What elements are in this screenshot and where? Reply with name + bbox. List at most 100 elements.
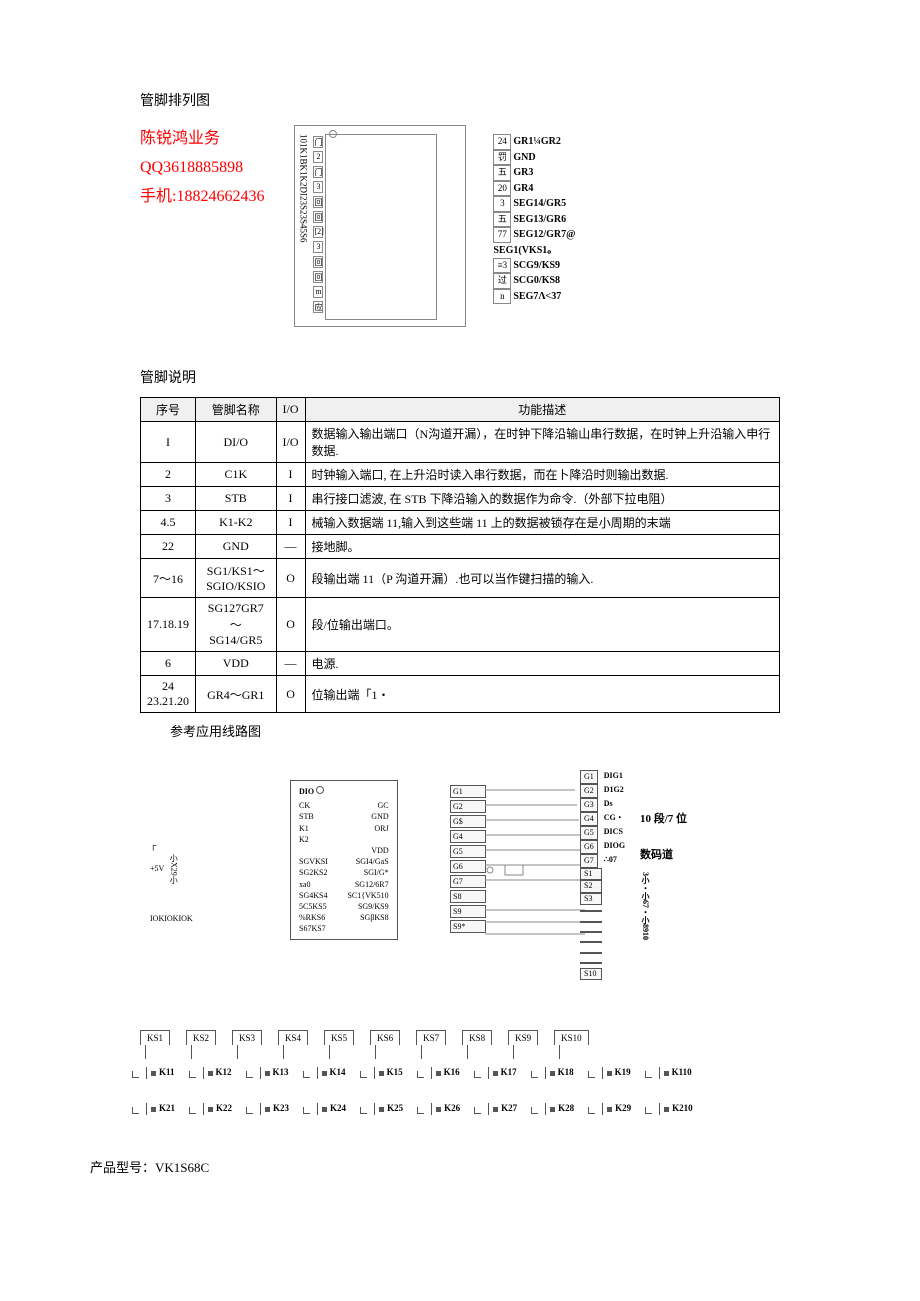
- table-row: IDI/OI/O数据输入输出端口（N沟道开漏），在时钟下降沿输山串行数据，在时钟…: [141, 422, 780, 463]
- table-row: 22GND—接地脚。: [141, 535, 780, 559]
- key-cell: K15: [368, 1065, 409, 1081]
- chip-left-pin-box: 回: [313, 256, 323, 268]
- key-cell: K12: [197, 1065, 238, 1081]
- g-box: G6: [450, 860, 486, 873]
- key-cell: K18: [539, 1065, 580, 1081]
- chip-left-pin-box: 2: [313, 151, 323, 163]
- key-cell: KS1: [140, 1030, 170, 1045]
- product-model-label: 产品型号：: [90, 1160, 155, 1175]
- right-s-row: S10: [580, 968, 625, 980]
- right-s-row: [580, 926, 625, 936]
- key-cell: K28: [539, 1101, 580, 1117]
- product-model: 产品型号：VK1S68C: [90, 1157, 840, 1176]
- chip-left-pin-box: 应: [313, 301, 323, 313]
- chip-right-pin: 3SEG14/GR5: [493, 196, 575, 212]
- key-cell: KS5: [324, 1030, 354, 1045]
- table-row: 24 23.21.20GR4～GR1O位输出端「1・: [141, 676, 780, 713]
- digit-tube-label: 数码道: [640, 846, 687, 862]
- circuit-right-g-list: G1DIG1G2D1G2G3DsG4CG・G5DICSG6DIOGG7∴07S1…: [580, 770, 625, 980]
- chip-right-pins: 24GR1¼GR2罚GND五GR320GR43SEG14/GR5五SEG13/G…: [493, 134, 575, 304]
- key-cell: KS9: [508, 1030, 538, 1045]
- key-cell: KS3: [232, 1030, 262, 1045]
- key-cell: K210: [653, 1101, 699, 1117]
- g-box: S9: [450, 905, 486, 918]
- table-row: 6VDD—电源.: [141, 652, 780, 676]
- chip-pin-row: VDD: [299, 845, 389, 856]
- key-row-2: K11K12K13K14K15K16K17K18K19K110: [140, 1065, 780, 1081]
- contact-name: 陈锐鸿业务: [140, 125, 264, 154]
- key-matrix-diagram: KS1KS2KS3KS4KS5KS6KS7KS8KS9KS10 K11K12K1…: [140, 1030, 780, 1117]
- chip-left-pin-box: [2]: [313, 226, 323, 238]
- right-s-row: [580, 916, 625, 926]
- right-s-row: S1: [580, 868, 625, 880]
- right-g-row: G3Ds: [580, 798, 625, 812]
- key-cell: K25: [368, 1101, 409, 1117]
- g-box: G7: [450, 875, 486, 888]
- key-cell: K11: [140, 1065, 181, 1081]
- table-header: 管脚名称: [196, 398, 277, 422]
- right-s-row: S2: [580, 880, 625, 892]
- chip-pin-row: K1ORJ: [299, 823, 389, 834]
- key-row-3: K21K22K23K24K25K26K27K28K29K210: [140, 1101, 780, 1117]
- chip-pin-row: STBGND: [299, 811, 389, 822]
- chip-right-pin: 五GR3: [493, 165, 575, 181]
- chip-pin-row: CKGC: [299, 800, 389, 811]
- right-s-row: S3: [580, 893, 625, 905]
- supply-label: +5V: [150, 864, 164, 873]
- circuit-right-labels: 10 段/7 位 数码道 3小・小67・小8910: [640, 810, 687, 940]
- reference-circuit-diagram: ┌ +5V 小X29小 IOKIOKIOK DIO CKGCSTBGNDK1OR…: [140, 750, 780, 1000]
- chip-left-pin-box: 3: [313, 181, 323, 193]
- right-g-row: G1DIG1: [580, 770, 625, 784]
- section-title-pin-desc: 管脚说明: [140, 367, 840, 387]
- g-box: G2: [450, 800, 486, 813]
- key-cell: K29: [596, 1101, 637, 1117]
- table-row: 3STBI串行接口滤波, 在 STB 下降沿输入的数据作为命令.（外部下拉电阻）: [141, 487, 780, 511]
- right-g-row: G4CG・: [580, 812, 625, 826]
- right-g-row: G5DICS: [580, 826, 625, 840]
- chip-right-pin: nSEG7Λ<37: [493, 289, 575, 305]
- g-box: G5: [450, 845, 486, 858]
- g-box: G1: [450, 785, 486, 798]
- chip-left-pin-box: 门: [313, 136, 323, 148]
- key-cell: KS6: [370, 1030, 400, 1045]
- chip-right-pin: 77SEG12/GR7@: [493, 227, 575, 243]
- circuit-supply-block: ┌ +5V 小X29小 IOKIOKIOK: [150, 840, 193, 923]
- table-header: 序号: [141, 398, 196, 422]
- table-header: 功能描述: [305, 398, 779, 422]
- right-s-row: [580, 947, 625, 957]
- chip-left-pin-box: 3: [313, 241, 323, 253]
- chip-pinout-diagram: 101K1BK1K2DI23S23S45S6 门2门3回回[2]3回回m应 24…: [294, 125, 466, 327]
- key-cell: K16: [425, 1065, 466, 1081]
- circuit-chip-block: DIO CKGCSTBGNDK1ORJK2VDDSGVKSISGI4/GaSSG…: [290, 780, 398, 940]
- key-cell: K110: [653, 1065, 698, 1081]
- chip-pin-row: SGVKSISGI4/GaS: [299, 856, 389, 867]
- chip-right-pin: 20GR4: [493, 181, 575, 197]
- product-model-value: VK1S68C: [155, 1160, 209, 1175]
- key-cell: KS8: [462, 1030, 492, 1045]
- pin-description-table: 序号管脚名称I/O功能描述 IDI/OI/O数据输入输出端口（N沟道开漏），在时…: [140, 397, 780, 713]
- chip-pin-row: SG4KS4SC1{VK510: [299, 890, 389, 901]
- chip-left-pin-boxes: 门2门3回回[2]3回回m应: [313, 136, 323, 316]
- table-row: 17.18.19SG127GR7～ SG14/GR5O段/位输出端口。: [141, 598, 780, 652]
- res-bottom: IOKIOKIOK: [150, 914, 193, 923]
- key-cell: K19: [596, 1065, 637, 1081]
- chip-pin-row: %RKS6SGβKS8: [299, 912, 389, 923]
- right-g-row: G2D1G2: [580, 784, 625, 798]
- g-box: S9*: [450, 920, 486, 933]
- res-vert: 小X29小: [168, 854, 179, 884]
- key-cell: K22: [197, 1101, 238, 1117]
- key-cell: KS2: [186, 1030, 216, 1045]
- chip-pin-row: S67KS7: [299, 923, 389, 934]
- chip-left-pin-box: 回: [313, 196, 323, 208]
- contact-phone: 手机:18824662436: [140, 183, 264, 212]
- key-cell: KS7: [416, 1030, 446, 1045]
- chip-left-pin-box: m: [313, 286, 323, 298]
- contact-info: 陈锐鸿业务 QQ3618885898 手机:18824662436: [140, 125, 264, 211]
- chip-right-pin: 过SCG0/KS8: [493, 273, 575, 289]
- right-g-row: G7∴07: [580, 854, 625, 868]
- right-g-row: G6DIOG: [580, 840, 625, 854]
- table-row: 7～16SG1/KS1～ SGIO/KSIOO段输出端 11（P 沟道开漏）.也…: [141, 559, 780, 598]
- right-s-row: [580, 905, 625, 915]
- table-row: 4.5K1-K2I械输入数据端 11,输入到这些端 11 上的数据被锁存在是小周…: [141, 511, 780, 535]
- key-cell: K23: [254, 1101, 295, 1117]
